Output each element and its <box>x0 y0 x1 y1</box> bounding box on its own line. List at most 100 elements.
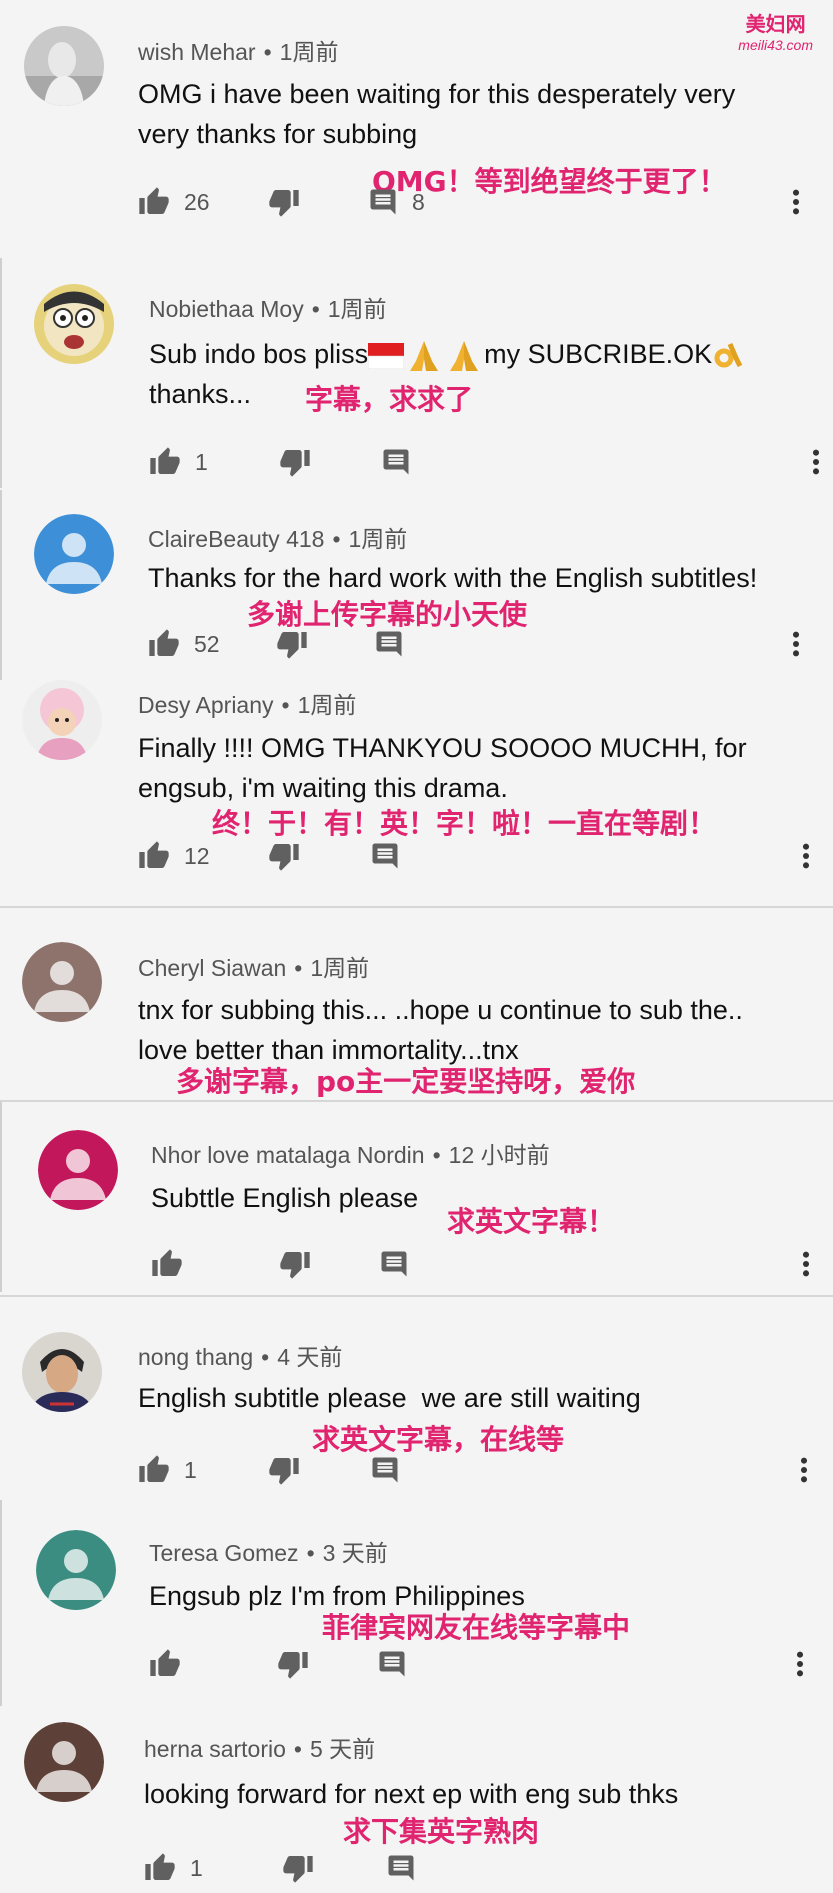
reply-button[interactable] <box>379 1244 409 1284</box>
comment-meta: Teresa Gomez • 3 天前 <box>149 1540 388 1566</box>
reply-button[interactable] <box>370 1450 400 1490</box>
reply-thread-line <box>0 1500 2 1706</box>
ok-hand-icon <box>714 342 743 368</box>
more-options-button[interactable] <box>796 836 816 876</box>
like-count: 1 <box>184 1456 197 1483</box>
more-options-button[interactable] <box>806 442 826 482</box>
author-name[interactable]: Nobiethaa Moy <box>149 296 304 322</box>
avatar[interactable] <box>22 1332 102 1412</box>
like-button[interactable]: 52 <box>148 624 220 664</box>
avatar[interactable] <box>22 680 102 760</box>
comment-icon <box>370 841 400 871</box>
more-options-button[interactable] <box>786 624 806 664</box>
comment-meta: Nhor love matalaga Nordin • 12 小时前 <box>151 1142 550 1168</box>
like-count: 12 <box>184 842 210 869</box>
comment-thread: wish Mehar • 1周前 OMG i have been waiting f… <box>0 0 833 240</box>
like-button[interactable] <box>151 1244 183 1284</box>
dislike-button[interactable] <box>277 1644 309 1684</box>
comment-time: 1周前 <box>310 955 370 981</box>
like-button[interactable]: 1 <box>138 1450 197 1490</box>
comment-icon <box>381 447 411 477</box>
thumbs-down-icon <box>268 1454 300 1486</box>
dislike-button[interactable] <box>268 182 300 222</box>
more-options-button[interactable] <box>794 1450 814 1490</box>
more-vert-icon <box>792 630 800 658</box>
comment-text: Finally !!!! OMG THANKYOU SOOOO MUCHH, f… <box>138 733 747 803</box>
avatar[interactable] <box>38 1130 118 1210</box>
like-button[interactable]: 1 <box>149 442 208 482</box>
comment-meta: nong thang • 4 天前 <box>138 1344 343 1370</box>
author-name[interactable]: Teresa Gomez <box>149 1540 299 1566</box>
dislike-button[interactable] <box>268 836 300 876</box>
dislike-button[interactable] <box>268 1450 300 1490</box>
more-vert-icon <box>796 1650 804 1678</box>
like-button[interactable]: 12 <box>138 836 210 876</box>
indonesia-flag-icon <box>368 342 405 369</box>
like-count: 1 <box>195 448 208 475</box>
like-button[interactable]: 26 <box>138 182 210 222</box>
reply-button[interactable]: 8 <box>368 182 425 222</box>
dislike-button[interactable] <box>279 442 311 482</box>
comment-icon <box>374 629 404 659</box>
comment-meta: herna sartorio • 5 天前 <box>144 1736 376 1762</box>
thumbs-down-icon <box>277 1648 309 1680</box>
like-button[interactable] <box>149 1644 181 1684</box>
dislike-button[interactable] <box>276 624 308 664</box>
author-name[interactable]: Desy Apriany <box>138 692 274 718</box>
reply-comment: Teresa Gomez • 3 天前 Engsub plz I'm from Ph… <box>0 1500 833 1706</box>
reply-comment: ClaireBeauty 418 • 1周前 Thanks for the hard… <box>0 490 833 680</box>
reply-thread-line <box>0 258 2 488</box>
thumbs-up-icon <box>149 446 181 478</box>
comment-text-part: Sub indo bos pliss <box>149 339 369 369</box>
comment-text: tnx for subbing this... ..hope u continu… <box>138 995 743 1065</box>
avatar[interactable] <box>34 514 114 594</box>
author-name[interactable]: nong thang <box>138 1344 253 1370</box>
comment-time: 12 小时前 <box>448 1142 550 1168</box>
author-name[interactable]: wish Mehar <box>138 39 256 65</box>
comment-time: 1周前 <box>279 39 339 65</box>
avatar[interactable] <box>22 942 102 1022</box>
reply-button[interactable] <box>386 1848 416 1888</box>
reply-button[interactable] <box>381 442 411 482</box>
avatar[interactable] <box>36 1530 116 1610</box>
more-options-button[interactable] <box>786 182 806 222</box>
avatar[interactable] <box>24 26 104 106</box>
reply-thread-line <box>0 1100 2 1292</box>
thumbs-down-icon <box>279 446 311 478</box>
reply-button[interactable] <box>370 836 400 876</box>
author-name[interactable]: ClaireBeauty 418 <box>148 526 324 552</box>
comment-icon <box>368 187 398 217</box>
comment-thread: nong thang • 4 天前 English subtitle please … <box>0 1320 833 1500</box>
thread-divider <box>0 906 833 908</box>
reply-count: 8 <box>412 188 425 215</box>
translation-caption: 求下集英字熟肉 <box>343 1815 540 1848</box>
dislike-button[interactable] <box>279 1244 311 1284</box>
comment-thread: Desy Apriany • 1周前 Finally !!!! OMG THANKY… <box>0 680 833 906</box>
comment-icon <box>370 1455 400 1485</box>
comment-time: 4 天前 <box>277 1344 343 1370</box>
comment-time: 3 天前 <box>322 1540 388 1566</box>
more-vert-icon <box>800 1456 808 1484</box>
reply-comment: Nhor love matalaga Nordin • 12 小时前 Subttle… <box>0 1100 833 1292</box>
author-name[interactable]: herna sartorio <box>144 1736 286 1762</box>
thumbs-up-icon <box>144 1852 176 1884</box>
reply-button[interactable] <box>374 624 404 664</box>
dislike-button[interactable] <box>282 1848 314 1888</box>
avatar[interactable] <box>34 284 114 364</box>
comment-text: looking forward for next ep with eng sub… <box>144 1779 679 1809</box>
translation-caption: 多谢字幕，po主一定要坚持呀，爱你 <box>176 1065 636 1098</box>
comment-icon <box>379 1249 409 1279</box>
reply-thread-line <box>0 490 2 680</box>
comment-meta: Cheryl Siawan • 1周前 <box>138 955 370 981</box>
more-vert-icon <box>812 448 820 476</box>
thumbs-up-icon <box>151 1248 183 1280</box>
more-options-button[interactable] <box>790 1644 810 1684</box>
thumbs-up-icon <box>149 1648 181 1680</box>
reply-button[interactable] <box>377 1644 407 1684</box>
author-name[interactable]: Nhor love matalaga Nordin <box>151 1142 425 1168</box>
like-button[interactable]: 1 <box>144 1848 203 1888</box>
avatar[interactable] <box>24 1722 104 1802</box>
more-options-button[interactable] <box>796 1244 816 1284</box>
author-name[interactable]: Cheryl Siawan <box>138 955 286 981</box>
more-vert-icon <box>792 188 800 216</box>
